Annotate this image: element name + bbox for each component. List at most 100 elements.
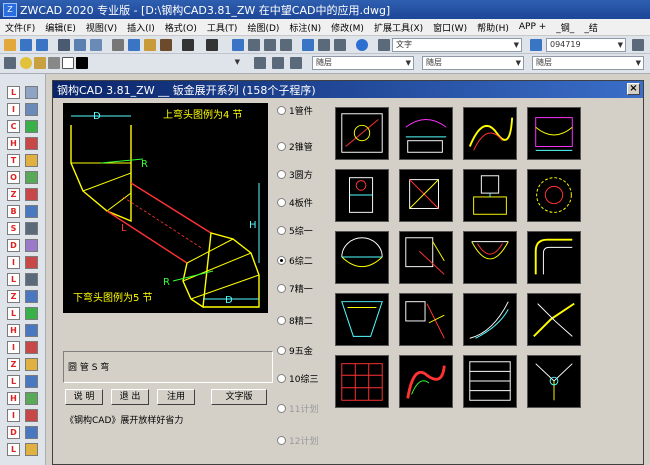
arc-icon[interactable]: O <box>7 171 20 184</box>
text-style-icon[interactable] <box>378 39 390 51</box>
measure-icon[interactable] <box>25 426 38 439</box>
menu-extension-tools[interactable]: 扩展工具(X) <box>369 21 428 34</box>
program-thumbnail[interactable] <box>527 355 581 408</box>
lengthen-icon[interactable] <box>25 375 38 388</box>
linetype-control-dropdown[interactable]: 随层 ▼ <box>422 56 524 70</box>
new-file-icon[interactable] <box>4 39 16 51</box>
hatch-icon[interactable]: Z <box>7 290 20 303</box>
align-icon[interactable] <box>25 392 38 405</box>
close-dialog-button[interactable]: × <box>627 83 640 95</box>
stretch-icon[interactable] <box>25 222 38 235</box>
fillet-icon[interactable] <box>25 324 38 337</box>
program-thumbnail[interactable] <box>335 169 389 222</box>
color-control-dropdown[interactable]: 随层 ▼ <box>312 56 414 70</box>
category-radio-9[interactable]: 9五金 <box>277 343 313 357</box>
array-icon[interactable] <box>25 154 38 167</box>
copy-object-icon[interactable] <box>25 103 38 116</box>
text-style-dropdown[interactable]: 文字 ▼ <box>392 38 522 52</box>
menu-view[interactable]: 视图(V) <box>81 21 122 34</box>
chamfer-icon[interactable] <box>25 307 38 320</box>
polyline-edit-icon[interactable] <box>25 358 38 371</box>
layer-color-icon[interactable] <box>62 57 74 69</box>
category-radio-1[interactable]: 1管件 <box>277 103 313 117</box>
radio-dot[interactable] <box>277 169 286 179</box>
category-radio-10[interactable]: 10综三 <box>277 371 318 385</box>
program-thumbnail[interactable] <box>335 355 389 408</box>
category-radio-3[interactable]: 3圆方 <box>277 167 313 181</box>
category-radio-4[interactable]: 4板件 <box>277 195 313 209</box>
program-thumbnail[interactable] <box>527 107 581 160</box>
line-tool-icon[interactable]: L <box>7 86 20 99</box>
move-icon[interactable] <box>25 171 38 184</box>
radio-dot[interactable] <box>277 283 286 293</box>
category-radio-6[interactable]: 6综二 <box>277 253 313 267</box>
radio-dot[interactable] <box>277 105 286 115</box>
dim-style-icon[interactable] <box>530 39 542 51</box>
revcloud-icon[interactable]: H <box>7 392 20 405</box>
radio-dot[interactable] <box>277 225 286 235</box>
copy-icon[interactable] <box>128 39 140 51</box>
make-block-icon[interactable]: I <box>7 256 20 269</box>
mirror-icon[interactable] <box>25 120 38 133</box>
explode-icon[interactable] <box>25 341 38 354</box>
menu-help[interactable]: 帮助(H) <box>472 21 514 34</box>
match-properties-icon[interactable] <box>160 39 172 51</box>
menu-insert[interactable]: 插入(I) <box>122 21 160 34</box>
category-radio-2[interactable]: 2锥管 <box>277 139 313 153</box>
register-button[interactable]: 注用 <box>157 389 195 405</box>
menu-steel[interactable]: _钢_ <box>551 21 579 34</box>
rectangle-icon[interactable]: T <box>7 154 20 167</box>
cut-icon[interactable] <box>112 39 124 51</box>
open-file-icon[interactable] <box>20 39 32 51</box>
design-center-icon[interactable] <box>318 39 330 51</box>
dim-style-dropdown[interactable]: 094719 ▼ <box>546 38 626 52</box>
program-thumbnail[interactable] <box>527 169 581 222</box>
menu-dimension[interactable]: 标注(N) <box>284 21 326 34</box>
spline-icon[interactable]: B <box>7 205 20 218</box>
program-thumbnail[interactable] <box>463 231 517 284</box>
donut-icon[interactable]: L <box>7 443 20 456</box>
table-icon[interactable]: H <box>7 324 20 337</box>
menu-app-plus[interactable]: APP + <box>514 22 551 32</box>
program-thumbnail[interactable] <box>335 107 389 160</box>
textbook-button[interactable]: 文字版 <box>211 389 267 405</box>
program-thumbnail[interactable] <box>335 293 389 346</box>
save-icon[interactable] <box>36 39 48 51</box>
construction-line-icon[interactable]: I <box>7 103 20 116</box>
region-icon[interactable]: L <box>7 307 20 320</box>
erase-icon[interactable] <box>25 86 38 99</box>
layer-lock-icon[interactable] <box>48 57 60 69</box>
print-preview-icon[interactable] <box>74 39 86 51</box>
menu-tools[interactable]: 工具(T) <box>202 21 243 34</box>
zwcad-app-icon[interactable]: Z <box>3 2 17 17</box>
zoom-window-icon[interactable] <box>264 39 276 51</box>
program-thumbnail[interactable] <box>463 169 517 222</box>
category-radio-5[interactable]: 5综一 <box>277 223 313 237</box>
program-thumbnail[interactable] <box>399 231 453 284</box>
program-thumbnail[interactable] <box>463 293 517 346</box>
exit-button[interactable]: 退 出 <box>111 389 149 405</box>
radio-dot[interactable] <box>277 373 286 383</box>
point-icon[interactable]: L <box>7 273 20 286</box>
radio-dot[interactable] <box>277 141 286 151</box>
radio-dot[interactable] <box>277 345 286 355</box>
menu-file[interactable]: 文件(F) <box>0 21 40 34</box>
radio-dot[interactable] <box>277 315 286 325</box>
lineweight-control-dropdown[interactable]: 随层 ▼ <box>532 56 644 70</box>
category-radio-8[interactable]: 8精二 <box>277 313 313 327</box>
layer-previous-icon[interactable] <box>272 57 284 69</box>
layer-on-icon[interactable] <box>20 57 32 69</box>
rotate-icon[interactable] <box>25 188 38 201</box>
program-thumbnail[interactable] <box>399 107 453 160</box>
tool-palette-icon[interactable] <box>334 39 346 51</box>
boundary-icon[interactable]: D <box>7 426 20 439</box>
pan-icon[interactable] <box>232 39 244 51</box>
menu-structure[interactable]: _结 <box>579 21 603 34</box>
menu-modify[interactable]: 修改(M) <box>326 21 369 34</box>
make-layer-current-icon[interactable] <box>254 57 266 69</box>
category-radio-7[interactable]: 7精一 <box>277 281 313 295</box>
radio-dot-selected[interactable] <box>277 255 286 265</box>
publish-icon[interactable] <box>90 39 102 51</box>
help-icon[interactable] <box>356 39 368 51</box>
polyline-icon[interactable]: C <box>7 120 20 133</box>
